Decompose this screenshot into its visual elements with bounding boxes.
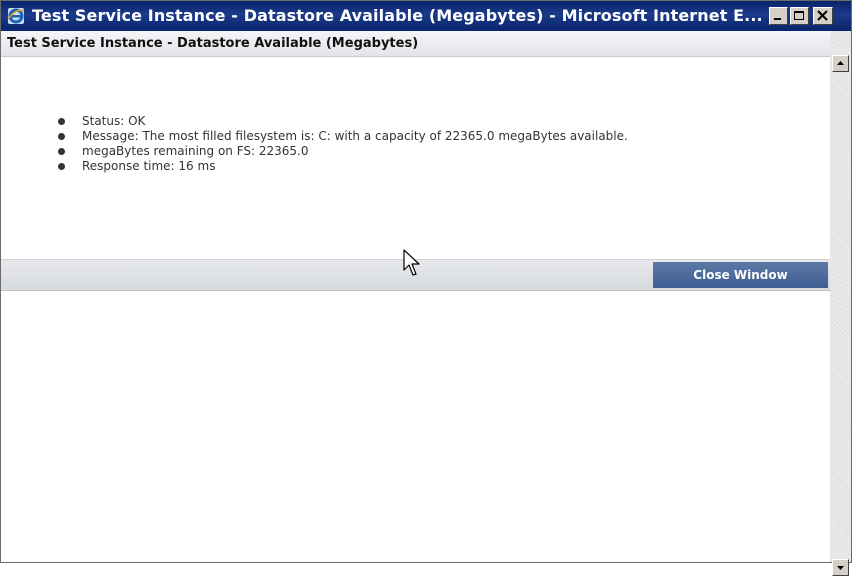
- bullet-icon: [58, 148, 65, 155]
- list-item: megaBytes remaining on FS: 22365.0: [58, 144, 628, 159]
- page-content: Test Service Instance - Datastore Availa…: [1, 31, 830, 562]
- list-item: Message: The most filled filesystem is: …: [58, 129, 628, 144]
- maximize-button[interactable]: [790, 7, 809, 25]
- scroll-up-button[interactable]: [832, 55, 849, 72]
- response-time-text: Response time: 16 ms: [82, 159, 216, 173]
- bullet-icon: [58, 118, 65, 125]
- minimize-button[interactable]: [769, 7, 788, 25]
- list-item: Status: OK: [58, 114, 628, 129]
- window-title: Test Service Instance - Datastore Availa…: [32, 6, 763, 25]
- internet-explorer-icon: [6, 6, 26, 26]
- page-title: Test Service Instance - Datastore Availa…: [7, 36, 419, 51]
- maximize-icon: [794, 11, 804, 20]
- close-icon: [817, 10, 828, 21]
- bullet-icon: [58, 163, 65, 170]
- browser-window: Test Service Instance - Datastore Availa…: [0, 0, 852, 576]
- message-text: Message: The most filled filesystem is: …: [82, 129, 628, 143]
- status-text: Status: OK: [82, 114, 146, 128]
- remaining-text: megaBytes remaining on FS: 22365.0: [82, 144, 309, 158]
- list-item: Response time: 16 ms: [58, 159, 628, 174]
- title-bar[interactable]: Test Service Instance - Datastore Availa…: [1, 1, 851, 31]
- bullet-icon: [58, 133, 65, 140]
- minimize-icon: [774, 18, 781, 20]
- arrow-down-icon: [837, 566, 844, 570]
- panel-header: Test Service Instance - Datastore Availa…: [1, 31, 830, 57]
- close-window-caption-button[interactable]: [813, 7, 833, 25]
- details-list: Status: OK Message: The most filled file…: [58, 114, 628, 174]
- mouse-cursor-icon: [403, 249, 420, 276]
- close-window-button[interactable]: Close Window: [653, 262, 828, 288]
- scroll-down-button[interactable]: [832, 559, 849, 576]
- arrow-up-icon: [837, 61, 844, 65]
- vertical-scrollbar[interactable]: [830, 31, 851, 576]
